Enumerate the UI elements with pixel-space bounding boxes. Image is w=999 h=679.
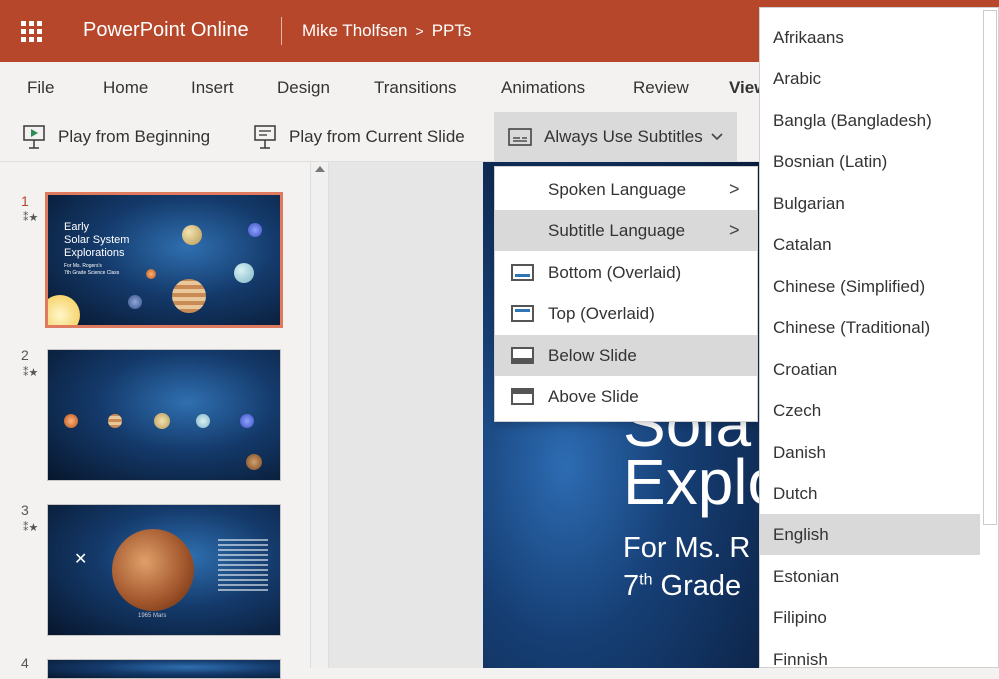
- play-current-icon: [254, 125, 276, 149]
- slide-number-4: 4: [21, 655, 29, 671]
- language-option[interactable]: Finnish: [760, 639, 980, 668]
- breadcrumb-folder[interactable]: PPTs: [432, 21, 472, 41]
- app-launcher-icon[interactable]: [21, 21, 42, 42]
- slide-thumbnail-3[interactable]: ✕ 1965 Mars: [47, 504, 281, 636]
- header-divider: [281, 17, 282, 45]
- bottom-overlaid-icon: [511, 264, 534, 281]
- breadcrumb: Mike Tholfsen > PPTs: [302, 21, 471, 41]
- slide-thumbnail-2[interactable]: [47, 349, 281, 481]
- language-option[interactable]: Catalan: [760, 224, 980, 265]
- slide-thumbnail-1[interactable]: Early Solar System Explorations For Ms. …: [45, 192, 283, 328]
- tab-insert[interactable]: Insert: [191, 78, 234, 98]
- slide-number-2: 2: [21, 347, 29, 363]
- chevron-down-icon: [711, 133, 723, 141]
- always-use-subtitles-button[interactable]: Always Use Subtitles: [494, 112, 737, 162]
- language-option[interactable]: Estonian: [760, 556, 980, 597]
- chevron-right-icon: >: [729, 220, 740, 240]
- slide1-sub-line-2: 7th Grade Science Class: [64, 270, 120, 276]
- language-list-scrollbar[interactable]: [981, 8, 998, 667]
- tab-file[interactable]: File: [27, 78, 54, 98]
- animation-star-icon: ⁑★: [23, 367, 39, 379]
- below-slide-icon: [511, 347, 534, 364]
- language-option[interactable]: Danish: [760, 432, 980, 473]
- menu-item-above-slide[interactable]: Above Slide: [495, 376, 757, 417]
- breadcrumb-owner[interactable]: Mike Tholfsen: [302, 21, 408, 41]
- slide-number-3: 3: [21, 502, 29, 518]
- slide1-title-line-3: Explorations: [64, 247, 125, 259]
- chevron-right-icon: >: [729, 179, 740, 199]
- tab-review[interactable]: Review: [633, 78, 689, 98]
- play-beginning-icon: [23, 125, 45, 149]
- animation-star-icon: ⁑★: [23, 522, 39, 534]
- main-slide-subtitle-line-2: 7th Grade: [623, 570, 742, 602]
- play-beginning-label: Play from Beginning: [58, 127, 211, 146]
- thumbnails-scrollbar[interactable]: [310, 162, 329, 668]
- subtitle-language-list: Afrikaans Arabic Bangla (Bangladesh) Bos…: [759, 7, 999, 668]
- top-overlaid-icon: [511, 305, 534, 322]
- menu-item-below-slide[interactable]: Below Slide: [495, 335, 757, 376]
- subtitles-menu: Spoken Language > Subtitle Language > Bo…: [494, 166, 758, 422]
- main-slide-subtitle-line-1: For Ms. R: [623, 532, 751, 564]
- language-option[interactable]: Bosnian (Latin): [760, 141, 980, 182]
- tab-transitions[interactable]: Transitions: [374, 78, 457, 98]
- language-option[interactable]: Chinese (Simplified): [760, 266, 980, 307]
- language-option[interactable]: Filipino: [760, 597, 980, 638]
- language-option[interactable]: Bangla (Bangladesh): [760, 100, 980, 141]
- slide1-sub-line-1: For Ms. Rogers's: [64, 263, 102, 269]
- tab-design[interactable]: Design: [277, 78, 330, 98]
- slide1-title-line-2: Solar System: [64, 234, 130, 246]
- scroll-up-icon[interactable]: [315, 166, 325, 172]
- language-option[interactable]: Czech: [760, 390, 980, 431]
- app-name[interactable]: PowerPoint Online: [83, 19, 249, 42]
- language-option-selected[interactable]: English: [760, 514, 980, 555]
- language-option[interactable]: Arabic: [760, 58, 980, 99]
- language-option[interactable]: Bulgarian: [760, 183, 980, 224]
- close-icon: ✕: [74, 551, 88, 568]
- subtitles-icon: [508, 128, 532, 146]
- tab-animations[interactable]: Animations: [501, 78, 585, 98]
- menu-item-bottom-overlaid[interactable]: Bottom (Overlaid): [495, 252, 757, 293]
- slide-number-1: 1: [21, 193, 29, 209]
- menu-item-top-overlaid[interactable]: Top (Overlaid): [495, 293, 757, 334]
- above-slide-icon: [511, 388, 534, 405]
- play-from-current-button[interactable]: Play from Current Slide: [253, 112, 465, 162]
- main-slide-title-line-2: Explo: [623, 446, 759, 518]
- slide1-title-line-1: Early: [64, 221, 90, 233]
- play-current-label: Play from Current Slide: [289, 127, 465, 146]
- tab-home[interactable]: Home: [103, 78, 148, 98]
- menu-item-spoken-language[interactable]: Spoken Language >: [495, 169, 757, 210]
- play-from-beginning-button[interactable]: Play from Beginning: [22, 112, 210, 162]
- slide-thumbnails-pane: 1 ⁑★ Early Solar System Explorations For…: [0, 162, 310, 679]
- language-option[interactable]: Dutch: [760, 473, 980, 514]
- language-option[interactable]: Chinese (Traditional): [760, 307, 980, 348]
- menu-item-subtitle-language[interactable]: Subtitle Language >: [495, 210, 757, 251]
- language-option[interactable]: Croatian: [760, 349, 980, 390]
- slide-thumbnail-4[interactable]: [47, 659, 281, 679]
- slide3-caption: 1965 Mars: [138, 613, 167, 619]
- breadcrumb-separator-icon: >: [415, 23, 424, 39]
- animation-star-icon: ⁑★: [23, 212, 39, 224]
- subtitles-label: Always Use Subtitles: [544, 127, 703, 146]
- language-option[interactable]: Afrikaans: [760, 17, 980, 58]
- scrollbar-thumb[interactable]: [983, 10, 997, 525]
